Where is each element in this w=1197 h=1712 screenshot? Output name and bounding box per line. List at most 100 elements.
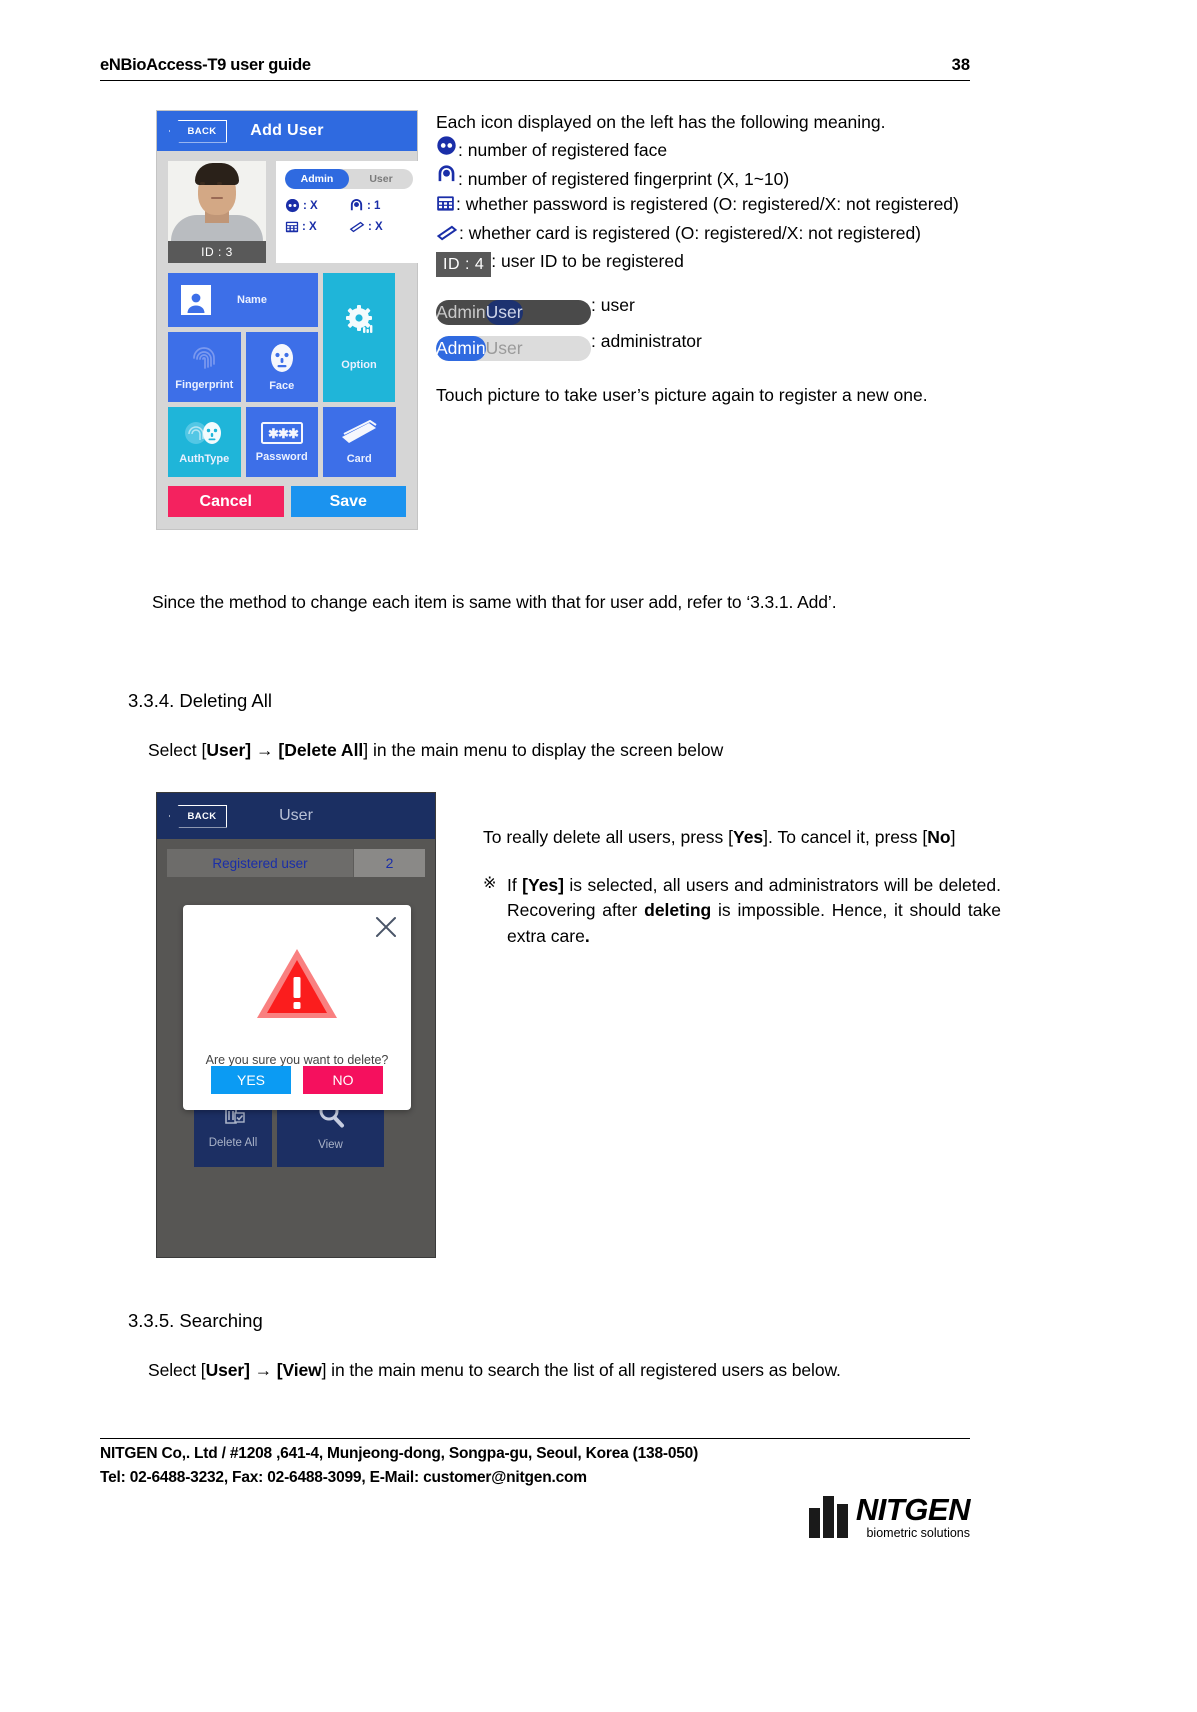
page-number: 38 xyxy=(951,56,970,74)
face-icon xyxy=(436,135,457,163)
legend-card-line: : whether card is registered (O: registe… xyxy=(436,221,1001,249)
stat-card-value: : X xyxy=(368,221,383,233)
footer-contact: Tel: 02-6488-3232, Fax: 02-6488-3099, E-… xyxy=(100,1469,587,1486)
legend-id-line: ID : 4: user ID to be registered xyxy=(436,249,1001,278)
user-toggle-sample: Admin User xyxy=(436,300,591,326)
delete-instruction-c: ]. To cancel it, press [ xyxy=(763,827,928,847)
tile-name-label: Name xyxy=(237,294,267,306)
card-icon xyxy=(339,419,379,449)
note-period: . xyxy=(584,926,590,947)
dialog-no-button[interactable]: NO xyxy=(303,1066,383,1094)
since-paragraph: Since the method to change each item is … xyxy=(152,592,837,612)
select2-arrow: ] → [ xyxy=(244,1360,283,1380)
user-photo[interactable] xyxy=(168,161,266,241)
logo-tagline: biometric solutions xyxy=(866,1526,970,1540)
user-id-label: ID : 3 xyxy=(168,241,266,263)
user-info-card: Admin User : X: 1: X: X xyxy=(276,161,422,263)
gear-icon xyxy=(342,304,376,341)
select-bold-delete-all: Delete All xyxy=(284,740,364,760)
tile-option[interactable]: Option xyxy=(323,273,395,402)
select2-bold-user: User xyxy=(205,1360,245,1380)
stat-password-value: : X xyxy=(302,221,317,233)
dialog-yes-button[interactable]: YES xyxy=(211,1066,291,1094)
tile-authtype-label: AuthType xyxy=(179,452,230,465)
legend-face-text: : number of registered face xyxy=(458,140,668,161)
warning-triangle-icon xyxy=(255,947,339,1026)
delete-instruction: To really delete all users, press [Yes].… xyxy=(483,825,1001,851)
logo-name: NITGEN xyxy=(855,1492,971,1527)
password-keypad-icon xyxy=(285,220,299,234)
registration-stats: : X : 1: X: X xyxy=(285,198,413,234)
tile-name[interactable]: Name xyxy=(168,273,318,327)
legend-fingerprint-text: : number of registered fingerprint (X, 1… xyxy=(458,168,790,189)
tile-card[interactable]: Card xyxy=(323,407,396,477)
toggle-sample-user: User xyxy=(485,300,523,326)
admin-user-toggle[interactable]: Admin User xyxy=(285,169,413,189)
registered-user-label: Registered user xyxy=(167,849,353,877)
logo-mark-icon xyxy=(808,1495,848,1538)
view-tile-label: View xyxy=(318,1139,343,1151)
heading-3-3-5: 3.3.5. Searching xyxy=(128,1310,263,1331)
add-user-section: BACK Add User ID: 3 Admin User: X: 1 … xyxy=(156,110,1001,530)
select-bold-user: User xyxy=(206,740,246,760)
toggle-admin[interactable]: Admin xyxy=(285,169,349,189)
toggle-user[interactable]: User xyxy=(349,169,413,189)
note-yes: [Yes] xyxy=(522,874,564,895)
stat-fingerprint: : 1 xyxy=(349,198,413,213)
note-deleting: deleting xyxy=(644,900,712,921)
nitgen-logo: NITGEN biometric solutions xyxy=(808,1492,971,1540)
fingerprint-icon xyxy=(349,198,364,213)
select-suffix: ] in the main menu to display the screen… xyxy=(363,740,724,760)
add-user-titlebar: BACK Add User xyxy=(157,111,417,151)
delete-all-device-screenshot: BACK User Registered user 2 Delete All V… xyxy=(156,792,436,1258)
back-button[interactable]: BACK xyxy=(169,119,227,143)
toggle-sample2-admin: Admin xyxy=(436,336,486,362)
face-icon xyxy=(269,343,295,376)
tile-password[interactable]: ✱ ✱ ✱ Password xyxy=(245,407,318,477)
select2-prefix: Select [ xyxy=(148,1360,206,1380)
note-body: If [Yes] is selected, all users and admi… xyxy=(507,873,1001,950)
save-button[interactable]: Save xyxy=(290,486,406,517)
dialog-actions: YES NO xyxy=(183,1066,411,1094)
stat-password: : X xyxy=(285,220,349,234)
select-prefix: Select [ xyxy=(148,740,207,760)
cancel-button[interactable]: Cancel xyxy=(168,486,284,517)
fingerprint-icon xyxy=(436,164,457,192)
legend-card-text: : whether card is registered (O: registe… xyxy=(459,222,922,243)
tile-fingerprint[interactable]: Fingerprint xyxy=(168,332,241,402)
document-page: eNBioAccess-T9 user guide 38 BACK Add Us… xyxy=(0,0,1197,1712)
page-footer: NITGEN Co,. Ltd / #1208 ,641-4, Munjeong… xyxy=(100,1438,971,1539)
header-title: eNBioAccess-T9 user guide xyxy=(100,56,311,74)
registered-user-row: Registered user 2 xyxy=(167,849,425,877)
toggle-sample-admin: Admin xyxy=(436,302,486,323)
tile-face[interactable]: Face xyxy=(245,332,318,402)
tile-password-label: Password xyxy=(255,450,308,463)
delete-instruction-yes: Yes xyxy=(732,827,764,847)
heading-3-3-4: 3.3.4. Deleting All xyxy=(128,690,272,711)
legend-admin-toggle-line: Admin User : administrator xyxy=(436,329,1001,362)
stat-face: : X xyxy=(285,198,349,213)
card-icon xyxy=(349,220,365,234)
legend-touch-note: Touch picture to take user’s picture aga… xyxy=(436,385,928,406)
select2-suffix: ] in the main menu to search the list of… xyxy=(321,1360,841,1380)
stat-face-value: : X xyxy=(303,199,318,212)
tile-authtype[interactable]: AuthType xyxy=(168,407,241,477)
face-icon xyxy=(285,198,300,213)
user-photo-block[interactable]: ID : 3 xyxy=(168,161,266,263)
stat-card: : X xyxy=(349,220,413,234)
page-header: eNBioAccess-T9 user guide 38 xyxy=(100,56,970,81)
user-screen-title: User xyxy=(279,807,313,824)
id-badge: ID : 4 xyxy=(436,251,492,278)
delete-instruction-a: To really delete all users, press [ xyxy=(483,827,733,847)
authtype-icon xyxy=(184,420,224,449)
add-user-actions: Cancel Save xyxy=(168,486,406,517)
card-icon xyxy=(436,224,458,249)
close-icon[interactable] xyxy=(373,914,399,940)
asterisks-icon: ✱ ✱ ✱ xyxy=(260,421,303,447)
header-divider xyxy=(100,80,970,81)
select-delete-all-paragraph: Select [User] → [Delete All] in the main… xyxy=(148,740,998,761)
select-arrow: ] → [ xyxy=(245,740,285,760)
toggle-sample2-user: User xyxy=(485,338,523,359)
icon-legend: Each icon displayed on the left has the … xyxy=(436,110,1001,408)
password-keypad-icon xyxy=(436,194,455,220)
